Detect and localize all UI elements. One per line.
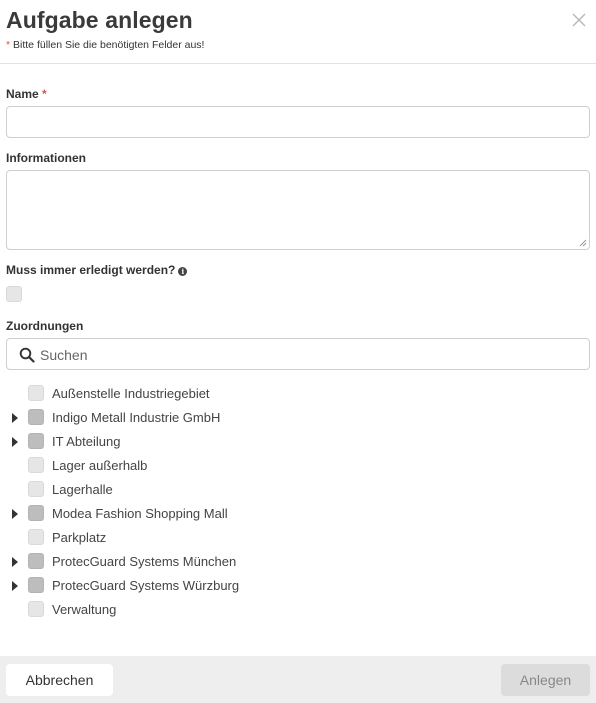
must-complete-label-text: Muss immer erledigt werden? xyxy=(6,263,176,277)
tree-item[interactable]: Indigo Metall Industrie GmbH xyxy=(0,408,300,428)
caret-right-icon[interactable] xyxy=(12,557,18,567)
dialog-footer: Abbrechen Anlegen xyxy=(0,656,596,703)
caret-right-icon[interactable] xyxy=(12,509,18,519)
dialog-title: Aufgabe anlegen xyxy=(6,7,193,33)
resize-grip-icon[interactable] xyxy=(579,239,587,247)
search-input[interactable]: Suchen xyxy=(40,347,87,363)
tree-item[interactable]: Verwaltung xyxy=(0,600,300,620)
info-circle-icon: i xyxy=(178,267,188,276)
tree-item-checkbox[interactable] xyxy=(28,601,44,617)
tree-item-checkbox[interactable] xyxy=(28,409,44,425)
caret-right-icon[interactable] xyxy=(12,413,18,423)
tree-item-checkbox[interactable] xyxy=(28,577,44,593)
tree-item[interactable]: Modea Fashion Shopping Mall xyxy=(0,504,300,524)
tree-item-label: Parkplatz xyxy=(52,530,107,545)
must-complete-checkbox[interactable] xyxy=(6,286,22,302)
caret-right-icon[interactable] xyxy=(12,437,18,447)
search-field[interactable]: Suchen xyxy=(6,338,590,370)
tree-item-label: Lagerhalle xyxy=(52,482,113,497)
tree-item-label: Verwaltung xyxy=(52,602,117,617)
name-required-marker: * xyxy=(38,87,47,101)
tree-item-checkbox[interactable] xyxy=(28,385,44,401)
info-label: Informationen xyxy=(6,151,86,165)
name-label-text: Name xyxy=(6,87,39,101)
info-textarea[interactable] xyxy=(6,170,590,250)
required-hint: * Bitte füllen Sie die benötigten Felder… xyxy=(6,39,204,51)
tree-item-label: Außenstelle Industriegebiet xyxy=(52,386,210,401)
assignments-label: Zuordnungen xyxy=(6,319,84,333)
tree-item-label: Indigo Metall Industrie GmbH xyxy=(52,410,221,425)
search-icon xyxy=(19,347,35,363)
tree-item-checkbox[interactable] xyxy=(28,433,44,449)
tree-item-label: ProtecGuard Systems München xyxy=(52,554,237,569)
tree-item[interactable]: ProtecGuard Systems München xyxy=(0,552,300,572)
name-label: Name * xyxy=(6,87,47,101)
tree-item-label: ProtecGuard Systems Würzburg xyxy=(52,578,240,593)
tree-item[interactable]: ProtecGuard Systems Würzburg xyxy=(0,576,300,596)
tree-item[interactable]: IT Abteilung xyxy=(0,432,300,452)
must-complete-label: Muss immer erledigt werden? i xyxy=(6,263,188,277)
submit-button[interactable]: Anlegen xyxy=(501,664,590,696)
tree-item[interactable]: Lagerhalle xyxy=(0,480,300,500)
tree-item[interactable]: Lager außerhalb xyxy=(0,456,300,476)
cancel-button[interactable]: Abbrechen xyxy=(6,664,113,696)
tree-item-checkbox[interactable] xyxy=(28,505,44,521)
tree-item[interactable]: Außenstelle Industriegebiet xyxy=(0,384,300,404)
tree-item-label: Modea Fashion Shopping Mall xyxy=(52,506,228,521)
close-icon[interactable] xyxy=(571,12,587,28)
tree-item-label: Lager außerhalb xyxy=(52,458,148,473)
tree-item-label: IT Abteilung xyxy=(52,434,121,449)
tree-item-checkbox[interactable] xyxy=(28,457,44,473)
tree-item-checkbox[interactable] xyxy=(28,553,44,569)
tree-item-checkbox[interactable] xyxy=(28,529,44,545)
name-input[interactable] xyxy=(6,106,590,138)
tree-item-checkbox[interactable] xyxy=(28,481,44,497)
required-hint-text: Bitte füllen Sie die benötigten Felder a… xyxy=(10,39,205,51)
caret-right-icon[interactable] xyxy=(12,581,18,591)
dialog-header: Aufgabe anlegen * Bitte füllen Sie die b… xyxy=(0,0,596,64)
tree-item[interactable]: Parkplatz xyxy=(0,528,300,548)
